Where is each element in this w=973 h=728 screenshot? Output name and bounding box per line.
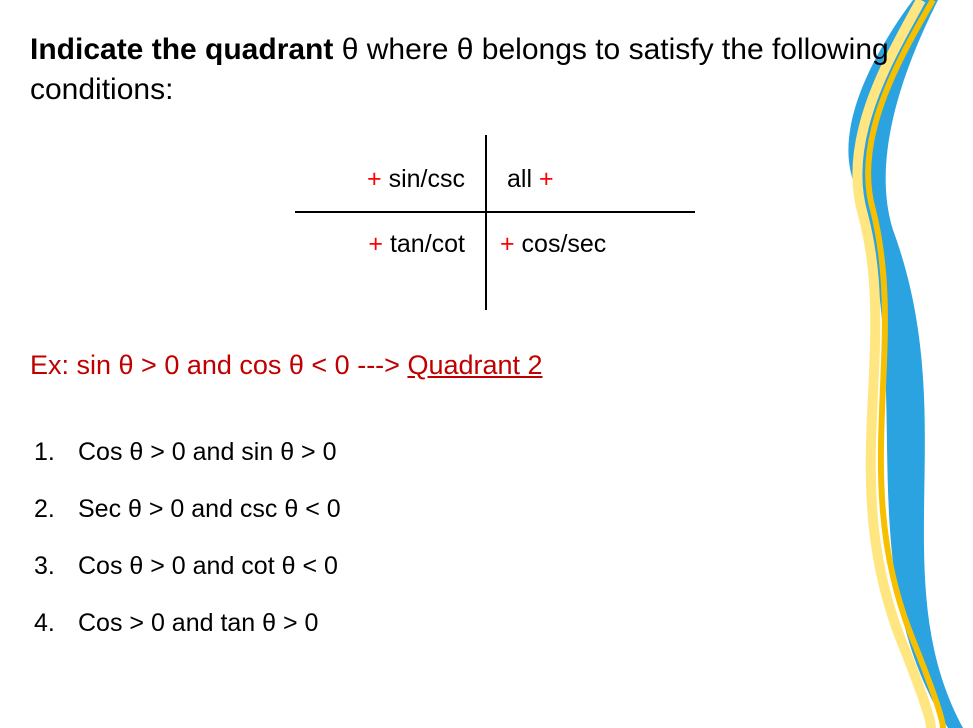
quadrant-3-label: + tan/cot (335, 230, 465, 259)
quadrant-diagram: + sin/csc all + + tan/cot + cos/sec (275, 135, 705, 310)
content-area: Indicate the quadrant θ where θ belongs … (30, 30, 890, 110)
quadrant-4-label: + cos/sec (500, 230, 670, 259)
q3-text: tan/cot (383, 230, 465, 258)
list-item: 3. Cos θ > 0 and cot θ < 0 (30, 552, 730, 581)
item-number: 4. (34, 609, 55, 638)
item-text: Sec θ > 0 and csc θ < 0 (78, 495, 341, 523)
example-prefix: Ex: sin θ > 0 and cos θ < 0 ---> (30, 350, 407, 380)
example-line: Ex: sin θ > 0 and cos θ < 0 ---> Quadran… (30, 350, 543, 381)
q4-text: cos/sec (515, 230, 607, 258)
item-number: 3. (34, 552, 55, 581)
q2-text: sin/csc (382, 165, 465, 193)
q1-text: all (507, 165, 539, 193)
example-answer: Quadrant 2 (407, 350, 542, 380)
horizontal-axis (295, 211, 695, 213)
plus-sign: + (368, 230, 383, 258)
item-text: Cos θ > 0 and sin θ > 0 (78, 438, 337, 466)
title-bold: Indicate the quadrant (30, 33, 333, 66)
title: Indicate the quadrant θ where θ belongs … (30, 30, 890, 110)
item-number: 2. (34, 495, 55, 524)
item-text: Cos > 0 and tan θ > 0 (78, 609, 318, 637)
quadrant-1-label: all + (507, 165, 657, 194)
plus-sign: + (539, 165, 554, 193)
item-number: 1. (34, 438, 55, 467)
slide: Indicate the quadrant θ where θ belongs … (0, 0, 973, 728)
question-list: 1. Cos θ > 0 and sin θ > 0 2. Sec θ > 0 … (30, 410, 730, 666)
quadrant-2-label: + sin/csc (335, 165, 465, 194)
item-text: Cos θ > 0 and cot θ < 0 (78, 552, 338, 580)
list-item: 2. Sec θ > 0 and csc θ < 0 (30, 495, 730, 524)
list-item: 4. Cos > 0 and tan θ > 0 (30, 609, 730, 638)
vertical-axis (485, 135, 487, 310)
plus-sign: + (500, 230, 515, 258)
list-item: 1. Cos θ > 0 and sin θ > 0 (30, 438, 730, 467)
plus-sign: + (367, 165, 382, 193)
